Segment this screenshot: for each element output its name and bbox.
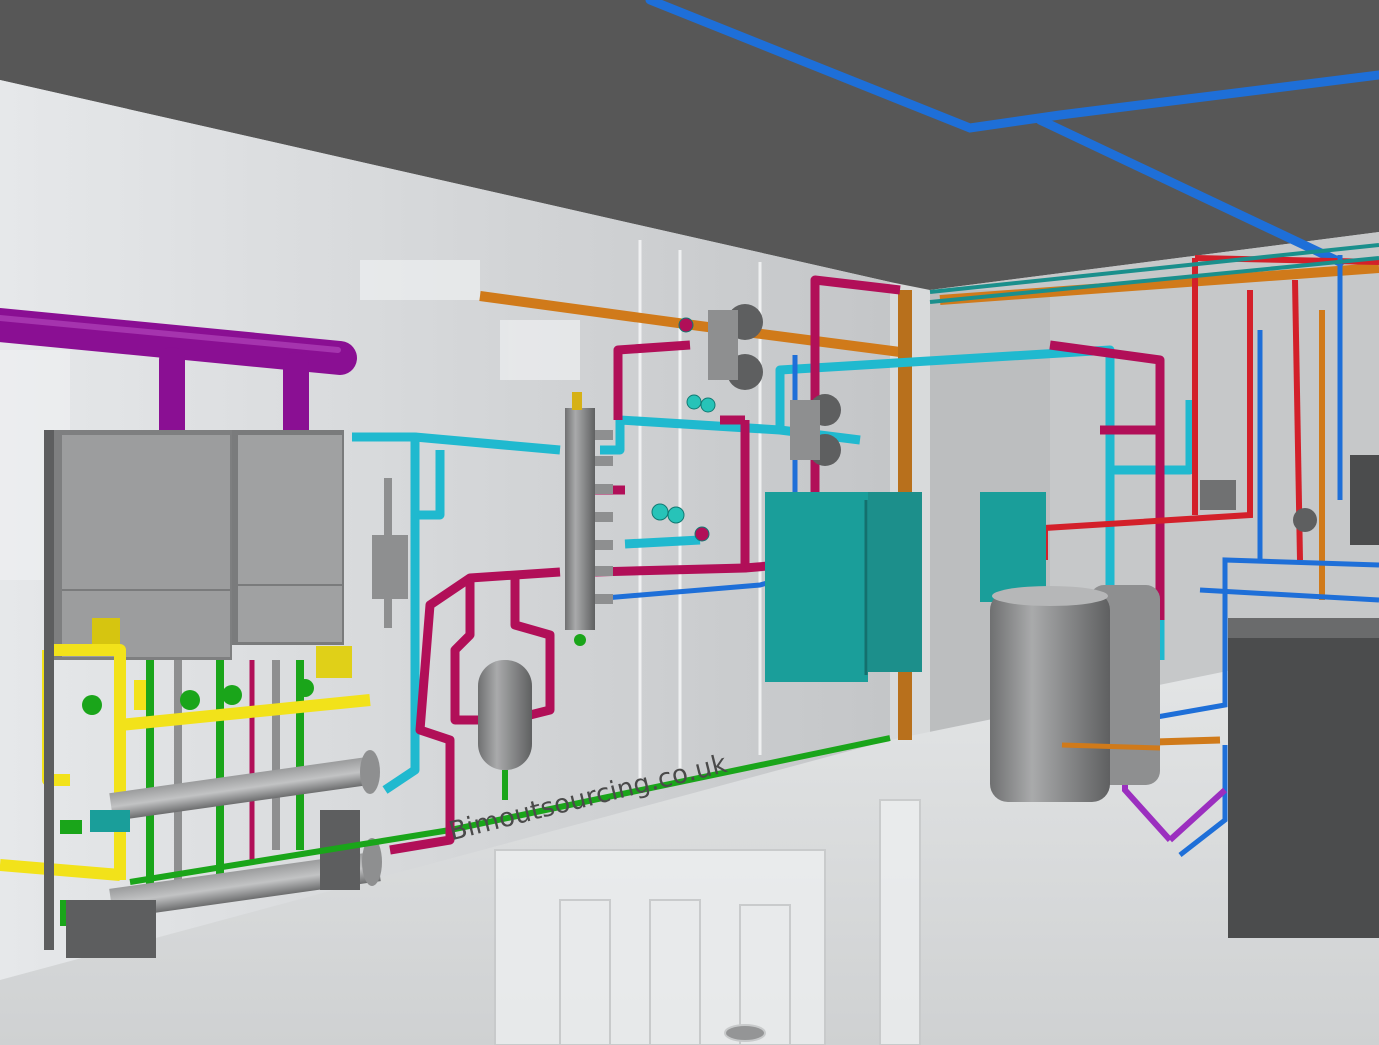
bim-plant-room-render: Bimoutsourcing.co.uk [0, 0, 1379, 1045]
hot-water-cylinder [990, 585, 1160, 802]
boiler-unit-2 [232, 430, 344, 645]
gas-valve-icon [92, 618, 120, 644]
gas-meter-icon [316, 646, 352, 678]
plant-room-3d-view [0, 0, 1379, 1045]
boiler-unit-1 [50, 430, 232, 660]
